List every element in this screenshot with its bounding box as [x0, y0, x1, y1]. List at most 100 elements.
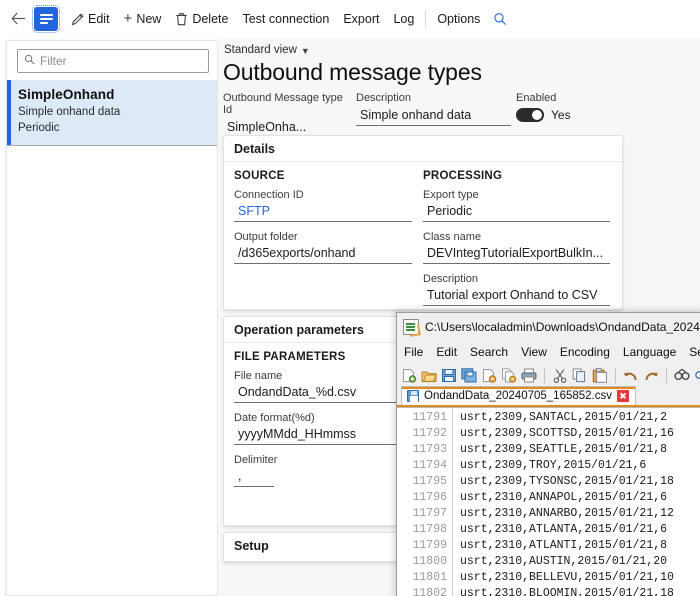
code-line: usrt,2310,ANNARBO,2015/01/21,12 — [460, 507, 674, 520]
menu-encoding[interactable]: Encoding — [560, 345, 610, 359]
source-column: SOURCE Connection ID SFTP Output folder … — [234, 170, 412, 264]
chevron-down-icon: ▼ — [300, 45, 310, 56]
code-line: usrt,2310,ATLANTI,2015/01/21,8 — [460, 539, 668, 552]
menu-settings[interactable]: Settings — [689, 345, 700, 359]
view-selector[interactable]: Standard view ▼ — [224, 44, 310, 56]
code-text-area[interactable]: usrt,2309,SANTACL,2015/01/21,2 usrt,2309… — [453, 408, 700, 596]
view-selector-label: Standard view — [224, 44, 297, 56]
line-number: 11792 — [412, 427, 447, 440]
notepadpp-title-text: C:\Users\localadmin\Downloads\OndandData… — [425, 320, 700, 334]
line-number: 11793 — [412, 443, 447, 456]
delete-button[interactable]: Delete — [168, 4, 235, 34]
export-type-label: Export type — [423, 189, 479, 201]
toolbar-separator — [615, 367, 616, 383]
enabled-state-label: Yes — [551, 108, 571, 122]
export-type-value: Periodic — [423, 203, 611, 222]
details-card-title[interactable]: Details — [224, 136, 622, 162]
export-button[interactable]: Export — [336, 4, 386, 34]
find-icon[interactable] — [674, 368, 690, 383]
details-card-body: SOURCE Connection ID SFTP Output folder … — [224, 162, 622, 309]
enabled-toggle[interactable] — [516, 108, 544, 122]
log-label: Log — [393, 11, 415, 26]
new-label: New — [136, 11, 162, 26]
notepadpp-toolbar — [397, 363, 700, 387]
plus-icon: + — [123, 10, 133, 27]
code-line: usrt,2310,ATLANTA,2015/01/21,6 — [460, 523, 668, 536]
processing-description-field[interactable]: Description Tutorial export Onhand to CS… — [423, 273, 611, 306]
save-icon[interactable] — [441, 368, 457, 383]
code-line: usrt,2309,SEATTLE,2015/01/21,8 — [460, 443, 668, 456]
save-all-icon[interactable] — [461, 367, 477, 383]
class-name-field[interactable]: Class name DEVIntegTutorialExportBulkIn.… — [423, 231, 611, 264]
options-label: Options — [437, 11, 481, 26]
options-button[interactable]: Options — [430, 4, 487, 34]
copy-icon[interactable] — [572, 368, 588, 383]
list-item[interactable]: SimpleOnhand Simple onhand data Periodic — [7, 79, 217, 146]
connection-id-value[interactable]: SFTP — [234, 203, 412, 222]
command-bar-separator — [425, 9, 427, 28]
new-file-icon[interactable] — [401, 368, 417, 383]
trash-icon — [175, 12, 189, 26]
redo-icon[interactable] — [643, 368, 659, 383]
enabled-toggle-row[interactable]: Yes — [516, 108, 571, 122]
message-type-id-label: Outbound Message type Id — [223, 92, 343, 116]
notepadpp-menu-bar: File Edit Search View Encoding Language … — [397, 341, 700, 363]
search-button[interactable] — [493, 12, 507, 26]
replace-icon[interactable] — [694, 368, 700, 383]
line-number: 11797 — [412, 507, 447, 520]
editor-tab[interactable]: OndandData_20240705_165852.csv ✖ — [401, 386, 636, 405]
menu-edit[interactable]: Edit — [436, 345, 457, 359]
line-number: 11796 — [412, 491, 447, 504]
processing-description-label: Description — [423, 273, 479, 285]
message-type-id-field[interactable]: Outbound Message type Id SimpleOnha... — [223, 92, 351, 138]
line-number: 11799 — [412, 539, 447, 552]
filter-input[interactable] — [40, 54, 202, 68]
menu-language[interactable]: Language — [623, 345, 676, 359]
notepadpp-title-bar[interactable]: C:\Users\localadmin\Downloads\OndandData… — [397, 313, 700, 341]
test-connection-button[interactable]: Test connection — [235, 4, 336, 34]
output-folder-field[interactable]: Output folder /d365exports/onhand — [234, 231, 412, 264]
export-type-field[interactable]: Export type Periodic — [423, 189, 611, 222]
processing-description-value: Tutorial export Onhand to CSV — [423, 287, 611, 306]
connection-id-field[interactable]: Connection ID SFTP — [234, 189, 412, 222]
details-card: Details SOURCE Connection ID SFTP Output… — [223, 135, 623, 310]
code-line: usrt,2310,BELLEVU,2015/01/21,10 — [460, 571, 674, 584]
close-all-icon[interactable] — [501, 367, 517, 383]
open-file-icon[interactable] — [421, 368, 437, 383]
print-icon[interactable] — [521, 368, 537, 383]
close-file-icon[interactable] — [481, 368, 497, 383]
description-field[interactable]: Description Simple onhand data — [356, 92, 511, 126]
line-number: 11802 — [412, 587, 447, 596]
line-number: 11795 — [412, 475, 447, 488]
back-arrow-icon[interactable] — [6, 7, 30, 31]
file-name-field[interactable]: File name OndandData_%d.csv — [234, 370, 399, 403]
menu-file[interactable]: File — [404, 345, 423, 359]
menu-search[interactable]: Search — [470, 345, 508, 359]
edit-label: Edit — [88, 11, 110, 26]
edit-button[interactable]: Edit — [64, 4, 117, 34]
notepadpp-icon — [403, 319, 419, 335]
line-number: 11791 — [412, 411, 447, 424]
description-value: Simple onhand data — [356, 107, 511, 126]
delimiter-value: , — [234, 468, 274, 487]
paste-icon[interactable] — [592, 367, 608, 383]
file-name-value: OndandData_%d.csv — [234, 384, 399, 403]
notepadpp-window[interactable]: C:\Users\localadmin\Downloads\OndandData… — [396, 312, 700, 596]
delete-label: Delete — [192, 11, 229, 26]
app-root: Edit + New Delete Test connection Export… — [0, 0, 700, 596]
new-button[interactable]: + New — [117, 4, 169, 34]
menu-view[interactable]: View — [521, 345, 547, 359]
source-section-title: SOURCE — [234, 170, 285, 182]
list-view-icon[interactable] — [32, 4, 60, 33]
filter-box[interactable] — [17, 49, 209, 73]
list-item-subtitle-2: Periodic — [18, 122, 60, 135]
close-icon[interactable]: ✖ — [617, 390, 629, 402]
description-label: Description — [356, 92, 412, 104]
class-name-label: Class name — [423, 231, 482, 243]
date-format-field[interactable]: Date format(%d) yyyyMMdd_HHmmss — [234, 412, 399, 445]
log-button[interactable]: Log — [386, 4, 421, 34]
cut-icon[interactable] — [552, 368, 568, 383]
undo-icon[interactable] — [623, 368, 639, 383]
notepadpp-editor[interactable]: 11791 11792 11793 11794 11795 11796 1179… — [397, 407, 700, 596]
code-line: usrt,2310,AUSTIN,2015/01/21,20 — [460, 555, 668, 568]
